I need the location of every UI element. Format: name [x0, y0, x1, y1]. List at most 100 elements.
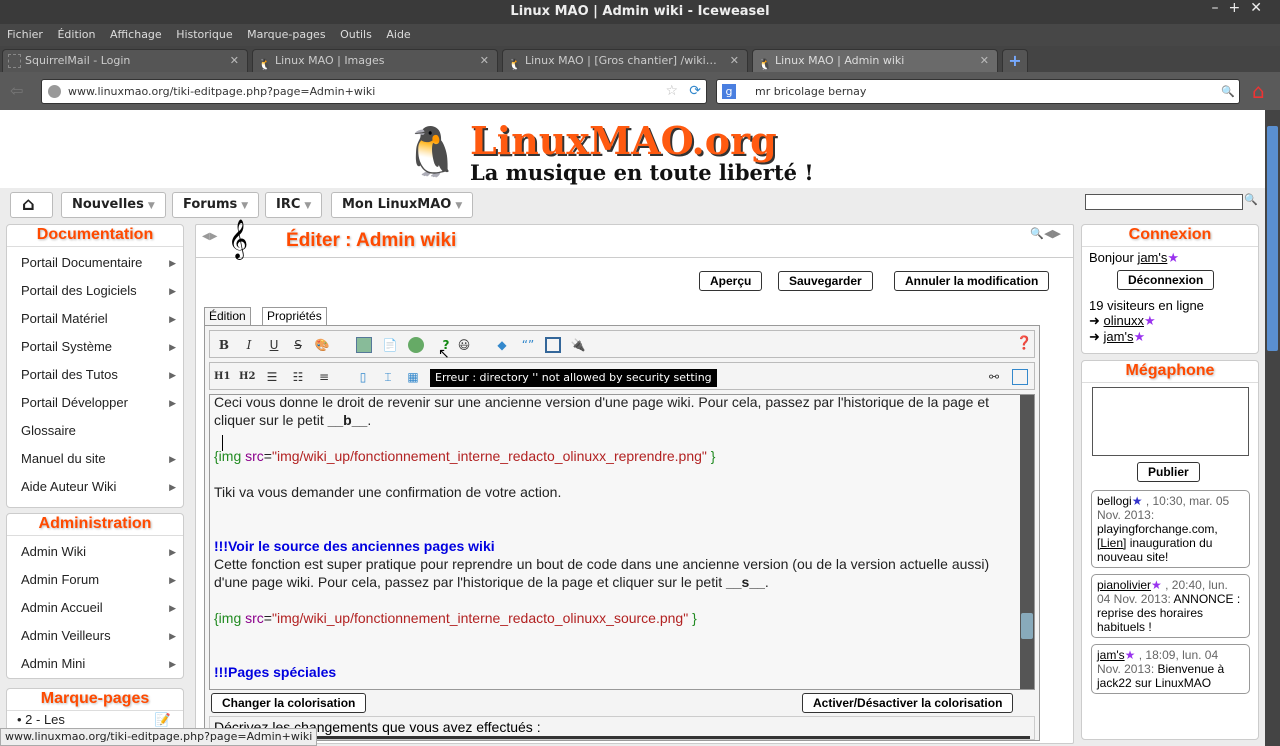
nav-nouvelles[interactable]: Nouvelles ▼: [61, 192, 166, 218]
numbered-list-icon[interactable]: ☷: [290, 369, 306, 385]
smiley-icon[interactable]: 😃: [456, 337, 472, 353]
message-user[interactable]: pianolivier: [1097, 578, 1151, 592]
publish-button[interactable]: Publier: [1137, 462, 1200, 482]
menu-edition[interactable]: Édition: [57, 28, 95, 41]
menu-affichage[interactable]: Affichage: [110, 28, 162, 41]
find-binoculars-icon[interactable]: ⚯: [986, 369, 1002, 385]
message-user[interactable]: jam's: [1097, 648, 1125, 662]
page-icon[interactable]: ▯: [355, 369, 371, 385]
box-icon[interactable]: [545, 337, 561, 353]
scrollbar-thumb[interactable]: [1021, 613, 1033, 639]
sidebar-item[interactable]: Aide Auteur Wiki ▶: [7, 473, 183, 501]
underline-icon[interactable]: U: [266, 337, 282, 353]
preview-button[interactable]: Aperçu: [699, 271, 763, 291]
close-tab-icon[interactable]: ✕: [230, 50, 239, 72]
sidebar-item[interactable]: Admin Accueil ▶: [7, 594, 183, 622]
sidebar-item[interactable]: Admin Wiki ▶: [7, 538, 183, 566]
message-link[interactable]: [Lien]: [1097, 536, 1126, 550]
bookmark-star-icon[interactable]: ☆: [665, 80, 678, 103]
tab-proprietes[interactable]: Propriétés: [262, 307, 327, 325]
close-tab-icon[interactable]: ✕: [980, 50, 989, 72]
nav-irc[interactable]: IRC ▼: [265, 192, 323, 218]
quote-icon[interactable]: “”: [520, 337, 536, 353]
search-bar[interactable]: g mr bricolage bernay 🔍: [716, 79, 1240, 104]
menu-historique[interactable]: Historique: [176, 28, 232, 41]
edit-icon[interactable]: 📝: [155, 711, 171, 729]
menu-outils[interactable]: Outils: [340, 28, 372, 41]
user-link[interactable]: jam's: [1137, 250, 1167, 265]
close-tab-icon[interactable]: ✕: [730, 50, 739, 72]
megaphone-textarea[interactable]: [1092, 387, 1249, 456]
sidebar-item[interactable]: Admin Mini ▶: [7, 650, 183, 678]
tab-images[interactable]: 🐧 Linux MAO | Images ✕: [252, 49, 498, 72]
back-arrow-icon[interactable]: ⇦: [10, 81, 23, 100]
sidebar-item[interactable]: Admin Veilleurs ▶: [7, 622, 183, 650]
window-controls[interactable]: –+✕: [1212, 0, 1272, 16]
wiki-text-editor[interactable]: Ceci vous donne le droit de revenir sur …: [209, 394, 1035, 690]
comment-input[interactable]: [214, 736, 1030, 739]
help-icon[interactable]: ❓: [1016, 336, 1032, 352]
menu-fichier[interactable]: Fichier: [7, 28, 43, 41]
h2-icon[interactable]: H2: [239, 369, 255, 385]
tab-admin-wiki[interactable]: 🐧 Linux MAO | Admin wiki ✕: [752, 49, 998, 72]
collapse-arrows-icon[interactable]: ◀▶: [202, 231, 217, 242]
sidebar-item[interactable]: Admin Forum ▶: [7, 566, 183, 594]
align-center-icon[interactable]: ≡: [316, 369, 332, 385]
sidebar-item[interactable]: Portail des Tutos ▶: [7, 361, 183, 389]
home-icon[interactable]: ⌂: [1252, 79, 1265, 103]
reload-icon[interactable]: ⟳: [689, 80, 701, 103]
search-icon[interactable]: 🔍: [1244, 193, 1258, 206]
link-image-icon[interactable]: [408, 337, 424, 353]
file-image-icon[interactable]: 📄: [382, 337, 398, 353]
nav-mon-linuxmao[interactable]: Mon LinuxMAO ▼: [331, 192, 474, 218]
change-colorization-button[interactable]: Changer la colorisation: [211, 693, 367, 713]
user-link[interactable]: jam's: [1104, 329, 1134, 344]
sidebar-item[interactable]: Manuel du site ▶: [7, 445, 183, 473]
editor-scrollbar[interactable]: [1020, 395, 1034, 689]
color-palette-icon[interactable]: 🎨: [314, 337, 330, 353]
bullet-list-icon[interactable]: ☰: [264, 369, 280, 385]
sidebar-item-label: Admin Forum: [21, 572, 100, 587]
google-icon[interactable]: g: [722, 84, 736, 99]
bold-icon[interactable]: B: [216, 337, 232, 353]
site-search-input[interactable]: [1085, 194, 1243, 210]
plugin-add-icon[interactable]: 🔌: [570, 337, 586, 353]
strikethrough-icon[interactable]: S: [290, 337, 306, 353]
nav-forums[interactable]: Forums ▼: [172, 192, 260, 218]
search-icon[interactable]: 🔍: [1221, 80, 1235, 103]
sidebar-item[interactable]: Portail des Logiciels ▶: [7, 277, 183, 305]
zoom-arrows-icon[interactable]: 🔍◀▶: [1030, 227, 1061, 240]
home-button[interactable]: ⌂: [10, 192, 53, 218]
page-break-icon[interactable]: ⌶: [380, 369, 396, 385]
tab-squirrelmail[interactable]: SquirrelMail - Login ✕: [2, 49, 248, 72]
save-button[interactable]: Sauvegarder: [778, 271, 873, 291]
logout-button[interactable]: Déconnexion: [1117, 270, 1215, 290]
new-tab-button[interactable]: +: [1002, 49, 1028, 72]
url-bar[interactable]: www.linuxmao.org/tiki-editpage.php?page=…: [41, 79, 707, 104]
code-icon[interactable]: ◆: [494, 337, 510, 353]
menu-marque-pages[interactable]: Marque-pages: [247, 28, 325, 41]
italic-icon[interactable]: I: [241, 337, 257, 353]
token: {img: [214, 448, 242, 464]
tab-gros-chantier[interactable]: 🐧 Linux MAO | [Gros chantier] /wiki… ✕: [502, 49, 748, 72]
image-icon[interactable]: [356, 337, 372, 353]
message-user[interactable]: bellogi: [1097, 494, 1132, 508]
h1-icon[interactable]: H1: [214, 369, 230, 385]
sidebar-item[interactable]: Portail Système ▶: [7, 333, 183, 361]
sidebar-item[interactable]: Portail Matériel ▶: [7, 305, 183, 333]
toggle-colorization-button[interactable]: Activer/Désactiver la colorisation: [802, 693, 1014, 713]
page-scrollbar[interactable]: [1265, 110, 1280, 746]
page-icon: [8, 54, 21, 68]
close-tab-icon[interactable]: ✕: [480, 50, 489, 72]
user-link[interactable]: olinuxx: [1104, 313, 1144, 328]
fullscreen-icon[interactable]: [1012, 369, 1028, 385]
scrollbar-thumb[interactable]: [1267, 126, 1278, 351]
tab-edition[interactable]: Édition: [204, 307, 251, 325]
sidebar-item[interactable]: Portail Documentaire ▶: [7, 249, 183, 277]
menu-aide[interactable]: Aide: [386, 28, 410, 41]
sidebar-item[interactable]: Portail Développer ▶: [7, 389, 183, 417]
box-title: Administration: [7, 514, 183, 536]
sidebar-item[interactable]: Glossaire: [7, 417, 183, 445]
cancel-button[interactable]: Annuler la modification: [894, 271, 1050, 291]
table-icon[interactable]: ▦: [405, 369, 421, 385]
